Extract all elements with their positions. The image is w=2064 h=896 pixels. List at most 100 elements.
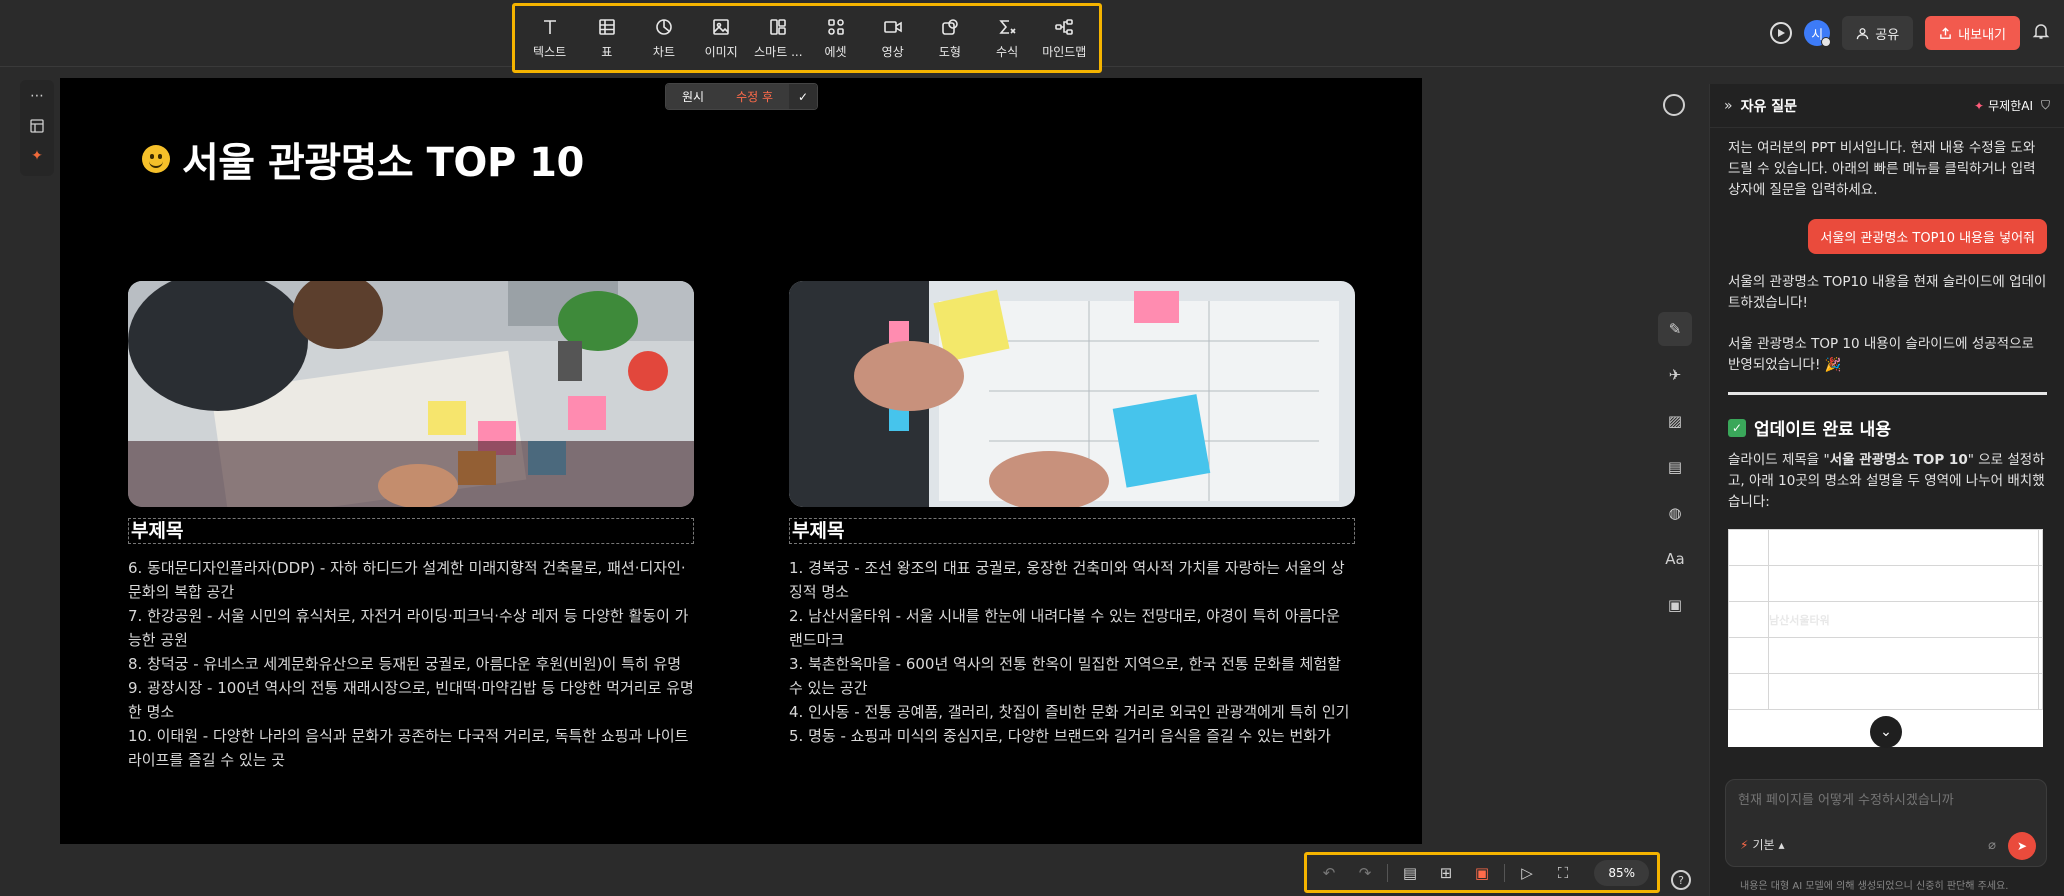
palette-icon[interactable]: ◍ bbox=[1658, 496, 1692, 530]
slide-view-icon[interactable]: ▣ bbox=[1468, 859, 1496, 887]
user-message: 서울의 관광명소 TOP10 내용을 넣어줘 bbox=[1728, 219, 2047, 254]
slide-title-block[interactable]: 서울 관광명소 TOP 10 bbox=[142, 130, 584, 188]
tool-label: 이미지 bbox=[704, 44, 738, 59]
tool-label: 도형 bbox=[938, 44, 961, 59]
play-icon[interactable] bbox=[1770, 22, 1793, 44]
redo-icon[interactable]: ↷ bbox=[1351, 859, 1379, 887]
cart-icon[interactable]: ⛉ bbox=[2041, 98, 2050, 113]
chat-input[interactable] bbox=[1738, 788, 2034, 812]
caret-up-icon: ▴ bbox=[1778, 837, 1785, 852]
compare-original-button[interactable]: 원시 bbox=[666, 84, 721, 109]
compare-after-button[interactable]: 수정 후 bbox=[720, 84, 790, 109]
check-icon: ✓ bbox=[1728, 418, 1746, 437]
attach-icon[interactable]: ⌀ bbox=[1988, 838, 1996, 853]
compare-toggle: 원시 수정 후 ✓ bbox=[665, 83, 819, 110]
slide-image-right[interactable] bbox=[789, 281, 1355, 507]
zoom-level[interactable]: 85% bbox=[1594, 859, 1649, 886]
layout-icon[interactable] bbox=[27, 116, 47, 136]
fit-screen-icon[interactable]: ⛶ bbox=[1549, 859, 1577, 887]
grid-view-icon[interactable]: ⊞ bbox=[1432, 859, 1460, 887]
slide-subtitle-right[interactable]: 부제목 bbox=[789, 518, 1355, 544]
tool-mindmap[interactable]: 마인드맵 bbox=[1036, 17, 1092, 60]
tool-smart[interactable]: 스마트 ... bbox=[750, 17, 806, 60]
list-item: 4. 인사동 - 전통 공예품, 갤러리, 찻집이 즐비한 문화 거리로 외국인… bbox=[789, 703, 1350, 721]
update-title: 업데이트 완료 내용 bbox=[1754, 420, 1891, 440]
tool-formula[interactable]: 수식 bbox=[979, 17, 1035, 60]
font-icon[interactable]: Aa bbox=[1658, 542, 1692, 576]
table-cell: 남산서울타워 bbox=[1768, 601, 2039, 638]
undo-icon[interactable]: ↶ bbox=[1315, 859, 1343, 887]
avatar[interactable]: 시 bbox=[1804, 20, 1832, 47]
image-icon bbox=[713, 18, 729, 35]
assistant-intro: 저는 여러분의 PPT 비서입니다. 현재 내용 수정을 도와드릴 수 있습니다… bbox=[1728, 140, 2036, 198]
update-heading: ✓ 업데이트 완료 내용 bbox=[1728, 415, 2047, 440]
mode-select[interactable]: ⚡ 기본 ▴ bbox=[1740, 836, 1785, 853]
tool-chart[interactable]: 차트 bbox=[636, 17, 692, 60]
avatar-initial: 시 bbox=[1811, 27, 1824, 43]
help-icon[interactable]: ? bbox=[1671, 870, 1691, 890]
slide-subtitle-left[interactable]: 부제목 bbox=[128, 518, 694, 544]
list-item: 10. 이태원 - 다양한 나라의 음식과 문화가 공존하는 다국적 거리로, … bbox=[128, 727, 689, 769]
user-message-text: 서울의 관광명소 TOP10 내용을 넣어줘 bbox=[1808, 219, 2047, 254]
ai-chat-panel: » 자유 질문 ✦ 무제한AI ⛉ 저는 여러분의 PPT 비서입니다. 현재 … bbox=[1709, 84, 2064, 896]
list-item: 5. 명동 - 쇼핑과 미식의 중심지로, 다양한 브랜드와 길거리 음식을 즐… bbox=[789, 727, 1331, 745]
notes-icon[interactable]: ▤ bbox=[1396, 859, 1424, 887]
user-icon bbox=[1856, 27, 1869, 39]
export-button[interactable]: 내보내기 bbox=[1925, 16, 2020, 50]
layout-panel-icon[interactable]: ▤ bbox=[1658, 450, 1692, 484]
animation-icon[interactable]: ✈ bbox=[1658, 358, 1692, 392]
unlimited-label: 무제한AI bbox=[1988, 99, 2033, 113]
sparkle-icon: ✦ bbox=[1974, 98, 1985, 113]
tool-shape[interactable]: 도형 bbox=[922, 17, 978, 60]
tool-label: 차트 bbox=[652, 44, 676, 59]
divider bbox=[1728, 392, 2047, 395]
list-item: 1. 경복궁 - 조선 왕조의 대표 궁궐로, 웅장한 건축미와 역사적 가치를… bbox=[789, 559, 1345, 601]
ai-disclaimer: 내용은 대형 AI 모델에 의해 생성되었으니 신중히 판단해 주세요. bbox=[1740, 881, 2009, 892]
chat-icon[interactable] bbox=[1663, 94, 1685, 116]
panel-title: 자유 질문 bbox=[1740, 98, 1797, 115]
ai-edit-icon[interactable]: ✎ bbox=[1658, 312, 1692, 346]
tool-label: 에셋 bbox=[824, 44, 847, 59]
slide-body-right[interactable]: 1. 경복궁 - 조선 왕조의 대표 궁궐로, 웅장한 건축미와 역사적 가치를… bbox=[789, 556, 1355, 748]
collapse-icon[interactable]: » bbox=[1724, 98, 1733, 114]
divider bbox=[1504, 863, 1505, 882]
confirm-check-button[interactable]: ✓ bbox=[789, 84, 818, 109]
more-icon[interactable]: ⋯ bbox=[27, 86, 47, 106]
background-icon[interactable]: ▨ bbox=[1658, 404, 1692, 438]
export-label: 내보내기 bbox=[1958, 27, 2006, 43]
list-item: 8. 창덕궁 - 유네스코 세계문화유산으로 등재된 궁궐로, 아름다운 후원(… bbox=[128, 655, 682, 673]
share-button[interactable]: 공유 bbox=[1842, 16, 1914, 50]
tool-video[interactable]: 영상 bbox=[865, 17, 921, 60]
assistant-reply: 서울의 관광명소 TOP10 내용을 현재 슬라이드에 업데이트하겠습니다! bbox=[1728, 274, 2047, 311]
update-text-bold: 서울 관광명소 TOP 10 bbox=[1829, 452, 1968, 468]
tool-label: 표 bbox=[601, 44, 613, 59]
play-icon[interactable]: ▷ bbox=[1513, 859, 1541, 887]
share-label: 공유 bbox=[1875, 27, 1900, 43]
update-description: 슬라이드 제목을 "서울 관광명소 TOP 10" 으로 설정하고, 아래 10… bbox=[1728, 450, 2047, 513]
tool-text[interactable]: 텍스트 bbox=[522, 17, 578, 60]
bolt-icon: ⚡ bbox=[1740, 837, 1749, 852]
tool-asset[interactable]: 에셋 bbox=[808, 17, 864, 60]
slide-body-left[interactable]: 6. 동대문디자인플라자(DDP) - 자하 하디드가 설계한 미래지향적 건축… bbox=[128, 556, 694, 772]
bottom-toolbar: ↶ ↷ ▤ ⊞ ▣ ▷ ⛶ 85% bbox=[1304, 852, 1660, 893]
chat-input-box: ⚡ 기본 ▴ ⌀ ➤ bbox=[1725, 779, 2047, 867]
ai-sparkle-icon[interactable]: ✦ bbox=[27, 146, 47, 166]
bell-icon[interactable] bbox=[2032, 22, 2050, 44]
tool-image[interactable]: 이미지 bbox=[693, 17, 749, 60]
panel-header: » 자유 질문 ✦ 무제한AI ⛉ bbox=[1710, 84, 2064, 128]
mindmap-icon bbox=[1055, 18, 1074, 35]
shape-icon bbox=[942, 18, 958, 35]
list-item: 2. 남산서울타워 - 서울 시내를 한눈에 내려다볼 수 있는 전망대로, 야… bbox=[789, 607, 1340, 649]
slide-title[interactable]: 서울 관광명소 TOP 10 bbox=[182, 130, 584, 188]
unlimited-ai-badge[interactable]: ✦ 무제한AI bbox=[1974, 97, 2033, 114]
send-button[interactable]: ➤ bbox=[2008, 832, 2036, 860]
table-icon bbox=[598, 18, 615, 35]
tool-label: 영상 bbox=[881, 44, 904, 59]
tool-label: 텍스트 bbox=[533, 44, 567, 59]
top-bar: 텍스트 표 차트 이미지 스마트 ... 에셋 영상 도형 수식 마인드맵 시 … bbox=[0, 0, 2064, 73]
scroll-down-button[interactable]: ⌄ bbox=[1870, 716, 1902, 748]
tool-table[interactable]: 표 bbox=[579, 17, 635, 60]
list-item: 3. 북촌한옥마을 - 600년 역사의 전통 한옥이 밀집한 지역으로, 한국… bbox=[789, 655, 1341, 697]
slide-image-left[interactable] bbox=[128, 281, 694, 507]
media-icon[interactable]: ▣ bbox=[1658, 588, 1692, 622]
